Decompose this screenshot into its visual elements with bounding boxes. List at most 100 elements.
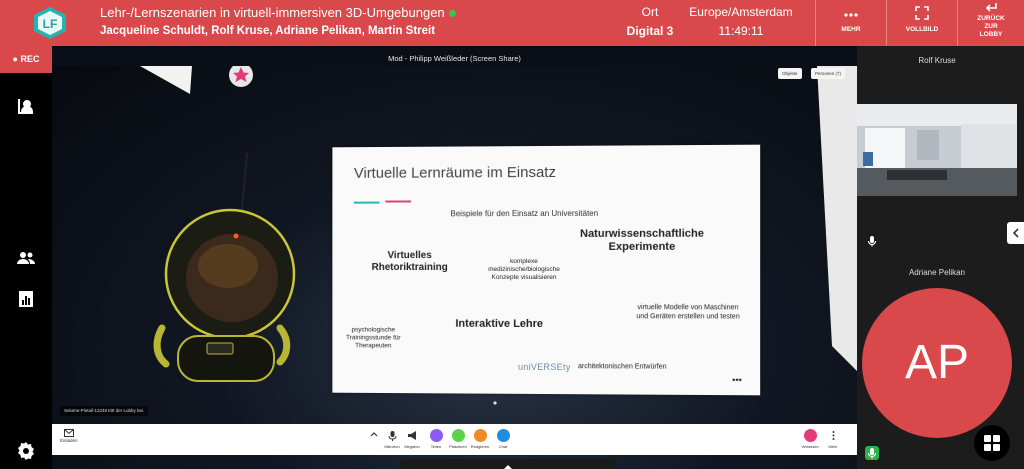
fullscreen-label: VOLLBILD bbox=[887, 26, 957, 34]
live-indicator bbox=[449, 10, 456, 17]
chevron-up-icon bbox=[369, 429, 379, 439]
timezone-label: Europe/Amsterdam bbox=[680, 5, 802, 19]
text-line: Konzepte visualisieren bbox=[488, 274, 560, 282]
text-line: Therapeuten bbox=[346, 343, 400, 351]
megaphone-icon bbox=[406, 429, 419, 442]
stage-title: Mod - Philipp Weißleder (Screen Share) bbox=[52, 54, 857, 63]
keyword-interaktiv: Interaktive Lehre bbox=[455, 318, 543, 331]
screen-share-stage: Mod - Philipp Weißleder (Screen Share) O… bbox=[52, 46, 857, 469]
participant-video[interactable] bbox=[857, 104, 1017, 196]
mic-muted-indicator bbox=[865, 234, 879, 248]
left-sidebar: ● REC bbox=[0, 46, 52, 469]
toolbar-more-button[interactable]: Mehr bbox=[823, 429, 843, 449]
return-arrow-icon bbox=[958, 1, 1024, 15]
keyword-line: Naturwissenschaftliche bbox=[580, 228, 704, 241]
mic-active-indicator bbox=[865, 446, 879, 460]
text-line: psychologische bbox=[346, 326, 400, 334]
more-button[interactable]: MEHR bbox=[816, 0, 886, 46]
grid-icon bbox=[974, 425, 1010, 461]
keyword-line: Rhetoriktraining bbox=[372, 262, 448, 274]
toolbar-label: Mehr bbox=[823, 444, 843, 449]
text-line: und Geräten erstellen und testen bbox=[636, 313, 739, 322]
toolbar-label: Chat bbox=[493, 444, 513, 449]
more-label: MEHR bbox=[816, 26, 886, 34]
logo-text: LF bbox=[43, 17, 58, 31]
chat-icon bbox=[497, 429, 510, 442]
react-icon bbox=[474, 429, 487, 442]
avatar: AP bbox=[862, 288, 1012, 438]
mail-icon bbox=[60, 429, 78, 438]
report-icon[interactable] bbox=[16, 289, 36, 309]
people-icon[interactable] bbox=[16, 248, 36, 268]
place-icon bbox=[452, 429, 465, 442]
invite-button[interactable]: Einladen bbox=[60, 429, 78, 443]
keyword-line: Virtuelles bbox=[372, 250, 448, 262]
text-line: medizinische/biologische bbox=[488, 266, 560, 274]
toolbar-label: Reagieren bbox=[470, 444, 490, 449]
text-line: komplexe bbox=[488, 258, 560, 266]
text-psych: psychologische Trainingsstunde für Thera… bbox=[346, 326, 400, 350]
toolbar-btn-chat[interactable]: Chat bbox=[493, 429, 513, 449]
expand-chevron-button[interactable] bbox=[368, 429, 380, 440]
back-label-line2: ZUR bbox=[958, 23, 1024, 31]
toolbar-btn-mikrofon[interactable]: Mikrofon bbox=[382, 429, 402, 449]
participant-name: Adriane Pelikan bbox=[857, 268, 1017, 277]
back-label-line3: LOBBY bbox=[958, 31, 1024, 39]
contact-card-icon[interactable] bbox=[16, 96, 36, 116]
bottom-toolbar: Einladen Mikrofon Megafon Teilen Platzie… bbox=[52, 424, 857, 455]
text-line: Trainingsstunde für bbox=[346, 334, 400, 342]
fullscreen-button[interactable]: VOLLBILD bbox=[887, 0, 957, 46]
more-dots-icon bbox=[816, 6, 886, 24]
app-logo: LF bbox=[32, 6, 68, 40]
bottom-drag-handle[interactable] bbox=[400, 459, 616, 469]
video-frame bbox=[857, 104, 1017, 196]
slide-subtitle: Beispiele für den Einsatz an Universität… bbox=[450, 209, 598, 218]
leave-label: Verlassen bbox=[800, 444, 820, 449]
toolbar-label: Teilen bbox=[426, 444, 446, 449]
caret-up-icon bbox=[400, 460, 616, 469]
invite-label: Einladen bbox=[60, 438, 78, 443]
top-bar: LF Lehr-/Lernszenarien in virtuell-immer… bbox=[0, 0, 1024, 46]
settings-icon[interactable] bbox=[16, 441, 36, 461]
toolbar-label: Megafon bbox=[402, 444, 422, 449]
sidebar-collapse-button[interactable] bbox=[1007, 222, 1024, 244]
fullscreen-icon bbox=[887, 6, 957, 24]
presenter-names: Jacqueline Schuldt, Rolf Kruse, Adriane … bbox=[100, 25, 435, 37]
text-modelle: virtuelle Modelle von Maschinen und Gerä… bbox=[636, 304, 739, 322]
chevron-left-icon bbox=[1007, 222, 1024, 244]
people-count-chip[interactable]: Personen (7) bbox=[811, 68, 845, 79]
presentation-slide: Virtuelle Lernräume im Einsatz Beispiele… bbox=[332, 145, 760, 396]
rec-indicator[interactable]: ● REC bbox=[0, 46, 52, 73]
rec-label: REC bbox=[20, 54, 39, 64]
share-icon bbox=[430, 429, 443, 442]
leave-button[interactable]: Verlassen bbox=[800, 429, 820, 449]
text-line: virtuelle Modelle von Maschinen bbox=[636, 304, 739, 313]
back-to-lobby-button[interactable]: ZURÜCK ZUR LOBBY bbox=[958, 0, 1024, 46]
objects-chip[interactable]: Objekte bbox=[778, 68, 802, 79]
session-title: Lehr-/Lernszenarien in virtuell-immersiv… bbox=[100, 5, 456, 20]
slide-more: ••• bbox=[732, 375, 742, 385]
lobby-notification: Selume-Pintail-12248 tritt der Lobby bei… bbox=[60, 406, 148, 416]
text-archi: architektonischen Entwürfen bbox=[578, 363, 667, 372]
toolbar-btn-platzieren[interactable]: Platzieren bbox=[448, 429, 468, 449]
slide-brand: uniVERSEty bbox=[518, 362, 571, 372]
toolbar-btn-reagieren[interactable]: Reagieren bbox=[470, 429, 490, 449]
leave-icon bbox=[804, 429, 817, 442]
toolbar-btn-megafon[interactable]: Megafon bbox=[402, 429, 422, 449]
back-label-line1: ZURÜCK bbox=[958, 15, 1024, 23]
keyword-natur: Naturwissenschaftliche Experimente bbox=[580, 228, 704, 255]
session-title-text: Lehr-/Lernszenarien in virtuell-immersiv… bbox=[100, 5, 445, 20]
clock-time: 11:49:11 bbox=[680, 24, 802, 38]
keyword-rhetorik: Virtuelles Rhetoriktraining bbox=[372, 250, 448, 274]
timezone-block: Europe/Amsterdam 11:49:11 bbox=[680, 5, 802, 38]
virtual-3d-scene[interactable]: Objekte Personen (7) Virtuelle Lernräume… bbox=[52, 66, 857, 469]
participant-name: Rolf Kruse bbox=[857, 56, 1017, 65]
text-komplex: komplexe medizinische/biologische Konzep… bbox=[488, 258, 560, 282]
more-vertical-icon bbox=[827, 429, 840, 442]
toolbar-label: Mikrofon bbox=[382, 444, 402, 449]
toolbar-label: Platzieren bbox=[448, 444, 468, 449]
toolbar-btn-teilen[interactable]: Teilen bbox=[426, 429, 446, 449]
microphone-icon bbox=[386, 429, 399, 442]
layout-grid-button[interactable] bbox=[974, 425, 1010, 461]
keyword-line: Experimente bbox=[580, 241, 704, 254]
